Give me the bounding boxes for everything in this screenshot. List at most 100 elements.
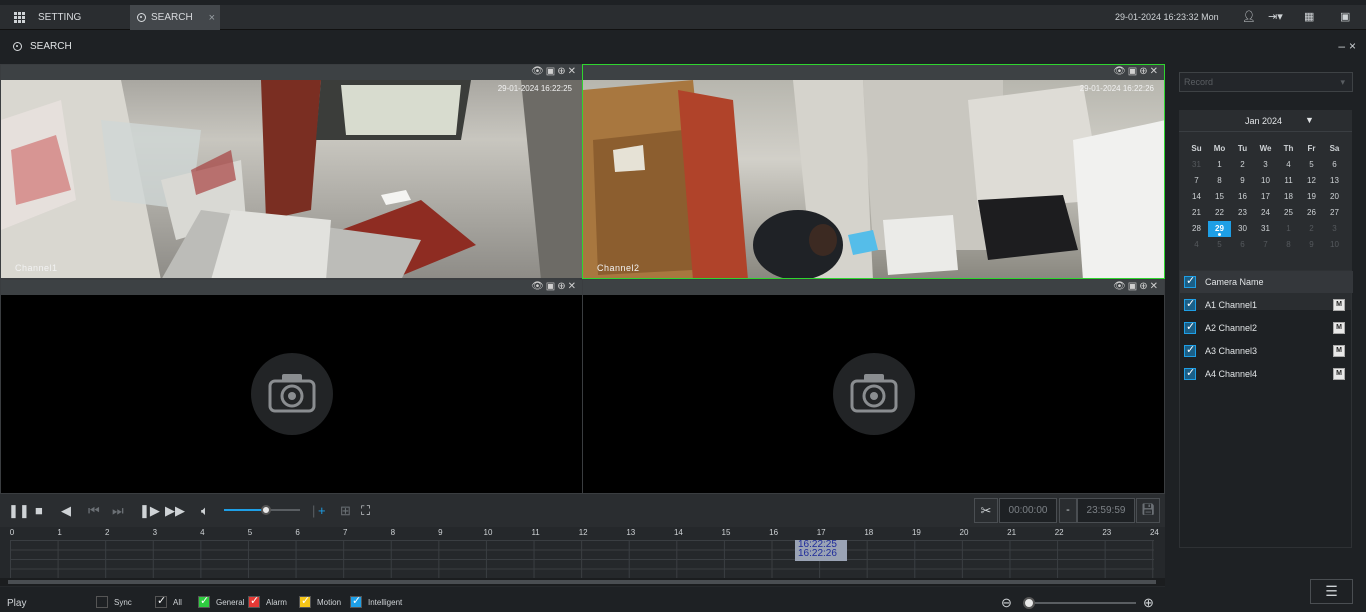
calendar-day[interactable]: 26 <box>1300 205 1323 221</box>
calendar-month[interactable]: Jan 2024 <box>1245 116 1282 126</box>
scrollbar-thumb[interactable] <box>8 580 1156 584</box>
calendar-day[interactable]: 25 <box>1277 205 1300 221</box>
camera-row[interactable]: A2 Channel2 M <box>1180 317 1353 339</box>
calendar-day[interactable]: 24 <box>1254 205 1277 221</box>
calendar-day[interactable]: 15 <box>1208 189 1231 205</box>
next-frame-icon[interactable]: ⏭ <box>112 503 124 519</box>
qr-code-icon[interactable]: ▦ <box>1304 10 1314 23</box>
camera-checkbox[interactable] <box>1184 366 1196 380</box>
pane-tool-icons[interactable]: 👁▣⊕✕ <box>531 281 578 292</box>
calendar-day[interactable]: 1 <box>1277 221 1300 237</box>
camera-row[interactable]: A4 Channel4 M <box>1180 363 1353 385</box>
calendar-day[interactable]: 4 <box>1185 237 1208 253</box>
zoom-in-icon[interactable]: ⊕ <box>1143 595 1154 611</box>
calendar-day-selected[interactable]: 29 <box>1208 221 1231 237</box>
calendar-day[interactable]: 16 <box>1231 189 1254 205</box>
calendar-day[interactable]: 9 <box>1231 173 1254 189</box>
display-icon[interactable]: ▣ <box>1340 10 1350 23</box>
legend-item-sync[interactable]: Sync <box>96 596 132 608</box>
legend-item-general[interactable]: General <box>198 594 244 608</box>
calendar-day[interactable]: 6 <box>1323 157 1346 173</box>
calendar-day[interactable]: 31 <box>1185 157 1208 173</box>
camera-stream-m-button[interactable]: M <box>1333 345 1345 357</box>
window-controls[interactable]: –× <box>1338 39 1360 53</box>
save-clip-icon[interactable]: 💾︎ <box>1136 498 1160 523</box>
file-list-button[interactable]: ☰ <box>1310 579 1353 604</box>
calendar-day[interactable]: 7 <box>1185 173 1208 189</box>
calendar-day[interactable]: 28 <box>1185 221 1208 237</box>
add-tag-icon[interactable]: + <box>318 503 326 518</box>
month-dropdown-icon[interactable]: ▼ <box>1305 115 1314 125</box>
legend-item-motion[interactable]: Motion <box>299 594 341 608</box>
video-pane-3[interactable]: 👁▣⊕✕ <box>0 279 583 494</box>
tag-list-icon[interactable]: ⊞ <box>340 503 351 519</box>
camera-stream-m-button[interactable]: M <box>1333 299 1345 311</box>
calendar-day[interactable]: 7 <box>1254 237 1277 253</box>
calendar-day[interactable]: 5 <box>1300 157 1323 173</box>
calendar-day[interactable]: 31 <box>1254 221 1277 237</box>
calendar-day[interactable]: 18 <box>1277 189 1300 205</box>
calendar-day[interactable]: 2 <box>1300 221 1323 237</box>
pause-icon[interactable]: ❚❚ <box>8 503 30 519</box>
user-icon[interactable]: 👤︎ <box>1242 10 1256 23</box>
camera-checkbox[interactable] <box>1184 343 1196 357</box>
legend-checkbox[interactable] <box>198 594 210 608</box>
camera-row[interactable]: A1 Channel1 M <box>1180 294 1353 316</box>
calendar-day[interactable]: 22 <box>1208 205 1231 221</box>
pane-tool-icons[interactable]: 👁▣⊕✕ <box>1113 66 1160 77</box>
timeline-grid[interactable] <box>10 540 1154 578</box>
calendar-day[interactable]: 2 <box>1231 157 1254 173</box>
calendar-day[interactable]: 21 <box>1185 205 1208 221</box>
legend-item-alarm[interactable]: Alarm <box>248 594 287 608</box>
tab-setting[interactable]: SETTING <box>14 5 130 30</box>
calendar-day[interactable]: 11 <box>1277 173 1300 189</box>
zoom-knob[interactable] <box>1023 597 1035 609</box>
clip-scissors-icon[interactable]: ✂ <box>974 498 998 523</box>
calendar-day[interactable]: 17 <box>1254 189 1277 205</box>
record-type-select[interactable]: Record ▾ <box>1179 72 1353 92</box>
calendar-day[interactable]: 3 <box>1254 157 1277 173</box>
pane-tool-icons[interactable]: 👁▣⊕✕ <box>1113 281 1160 292</box>
legend-checkbox[interactable] <box>299 594 311 608</box>
calendar-day[interactable]: 27 <box>1323 205 1346 221</box>
timeline-zoom-slider[interactable] <box>1023 597 1136 609</box>
calendar-day[interactable]: 8 <box>1208 173 1231 189</box>
camera-list-header[interactable]: Camera Name <box>1180 271 1353 293</box>
zoom-out-icon[interactable]: ⊖ <box>1001 595 1012 611</box>
camera-checkbox[interactable] <box>1184 297 1196 311</box>
previous-frame-icon[interactable]: ⏮ <box>88 503 100 519</box>
calendar-day[interactable]: 13 <box>1323 173 1346 189</box>
close-tab-icon[interactable]: × <box>209 12 215 24</box>
camera-stream-m-button[interactable]: M <box>1333 322 1345 334</box>
calendar-day[interactable]: 10 <box>1323 237 1346 253</box>
calendar-day[interactable]: 5 <box>1208 237 1231 253</box>
timeline[interactable]: 0 1 2 3 4 5 6 7 8 9 10 11 12 13 14 15 16 17 18 19 20 21 22 23 24… <box>0 527 1165 587</box>
play-backward-icon[interactable]: ◀ <box>61 503 71 519</box>
stop-icon[interactable]: ■ <box>35 503 43 518</box>
legend-checkbox[interactable] <box>96 596 108 608</box>
calendar-day[interactable]: 10 <box>1254 173 1277 189</box>
select-all-checkbox[interactable] <box>1184 274 1196 288</box>
tab-search[interactable]: SEARCH × <box>130 5 220 30</box>
camera-stream-m-button[interactable]: M <box>1333 368 1345 380</box>
video-pane-4[interactable]: 👁▣⊕✕ <box>582 279 1165 494</box>
calendar-day[interactable]: 1 <box>1208 157 1231 173</box>
camera-row[interactable]: A3 Channel3 M <box>1180 340 1353 362</box>
calendar-day[interactable]: 4 <box>1277 157 1300 173</box>
calendar-day[interactable]: 19 <box>1300 189 1323 205</box>
calendar-day[interactable]: 12 <box>1300 173 1323 189</box>
calendar-day[interactable]: 30 <box>1231 221 1254 237</box>
calendar-day[interactable]: 23 <box>1231 205 1254 221</box>
logout-icon[interactable]: ⇥▾ <box>1268 10 1283 23</box>
legend-checkbox[interactable] <box>350 594 362 608</box>
fullscreen-icon[interactable]: ⛶ <box>361 503 370 519</box>
calendar-day[interactable]: 9 <box>1300 237 1323 253</box>
slow-play-icon[interactable]: ❚▶ <box>139 503 160 519</box>
volume-knob[interactable] <box>260 505 271 515</box>
fast-forward-icon[interactable]: ▶▶ <box>165 503 185 519</box>
clip-end-time[interactable]: 23:59:59 <box>1077 498 1135 523</box>
video-pane-1[interactable]: 👁▣⊕✕ 29-01-2024 16:22:25 Channel1 <box>0 64 583 279</box>
calendar-day[interactable]: 8 <box>1277 237 1300 253</box>
calendar-day[interactable]: 3 <box>1323 221 1346 237</box>
legend-checkbox[interactable] <box>155 594 167 608</box>
